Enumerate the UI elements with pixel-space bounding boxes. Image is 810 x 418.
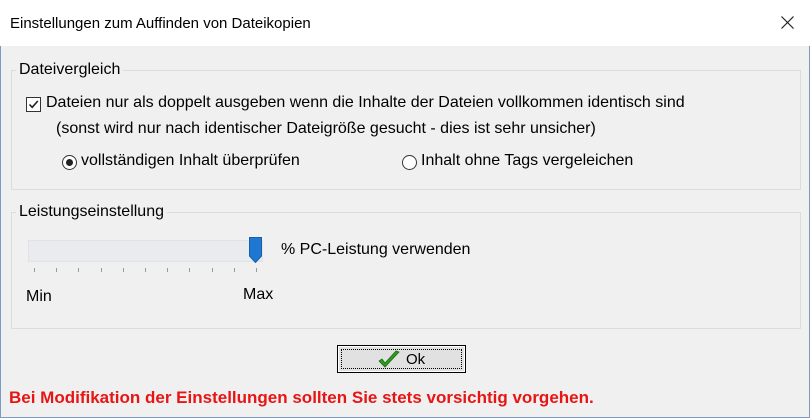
radio-full-content[interactable] bbox=[62, 155, 77, 170]
warning-text: Bei Modifikation der Einstellungen sollt… bbox=[9, 388, 594, 407]
slider-tick bbox=[145, 268, 146, 272]
slider-tick bbox=[233, 268, 235, 272]
ok-button[interactable]: Ok bbox=[337, 345, 466, 373]
identical-content-label: Dateien nur als doppelt ausgeben wenn di… bbox=[46, 94, 685, 111]
slider-tick bbox=[78, 268, 80, 272]
radio-full-content-label: vollständigen Inhalt überprüfen bbox=[81, 152, 300, 169]
performance-group-label: Leistungseinstellung bbox=[16, 203, 167, 221]
slider-min-label: Min bbox=[26, 288, 52, 305]
slider-tick bbox=[34, 268, 35, 272]
checkmark-icon bbox=[378, 350, 400, 368]
slider-tick bbox=[167, 268, 169, 272]
radio-content-no-tags-label: Inhalt ohne Tags vergeleichen bbox=[421, 152, 634, 169]
slider-max-label: Max bbox=[243, 286, 274, 303]
close-icon bbox=[781, 16, 794, 29]
slider-tick bbox=[122, 268, 124, 272]
slider-tick bbox=[189, 268, 191, 272]
window-title: Einstellungen zum Auffinden von Dateikop… bbox=[10, 15, 311, 32]
ok-button-label: Ok bbox=[406, 351, 426, 368]
performance-slider-thumb[interactable] bbox=[249, 237, 262, 263]
file-compare-group-label: Dateivergleich bbox=[16, 61, 124, 79]
slider-tick bbox=[256, 268, 257, 272]
performance-slider-label: % PC-Leistung verwenden bbox=[281, 241, 471, 258]
performance-slider-track[interactable] bbox=[28, 240, 263, 262]
checkmark-icon bbox=[28, 100, 39, 109]
title-bar: Einstellungen zum Auffinden von Dateikop… bbox=[0, 0, 810, 46]
ok-focus-rect bbox=[341, 349, 462, 369]
close-button[interactable] bbox=[764, 0, 810, 46]
radio-selected-dot bbox=[66, 159, 73, 166]
performance-group bbox=[11, 212, 801, 329]
radio-content-no-tags[interactable] bbox=[402, 155, 417, 170]
slider-tick bbox=[100, 268, 102, 272]
slider-tick bbox=[56, 268, 58, 272]
slider-tick bbox=[211, 268, 213, 272]
identical-content-checkbox[interactable] bbox=[26, 97, 41, 112]
identical-content-hint: (sonst wird nur nach identischer Dateigr… bbox=[56, 120, 596, 137]
